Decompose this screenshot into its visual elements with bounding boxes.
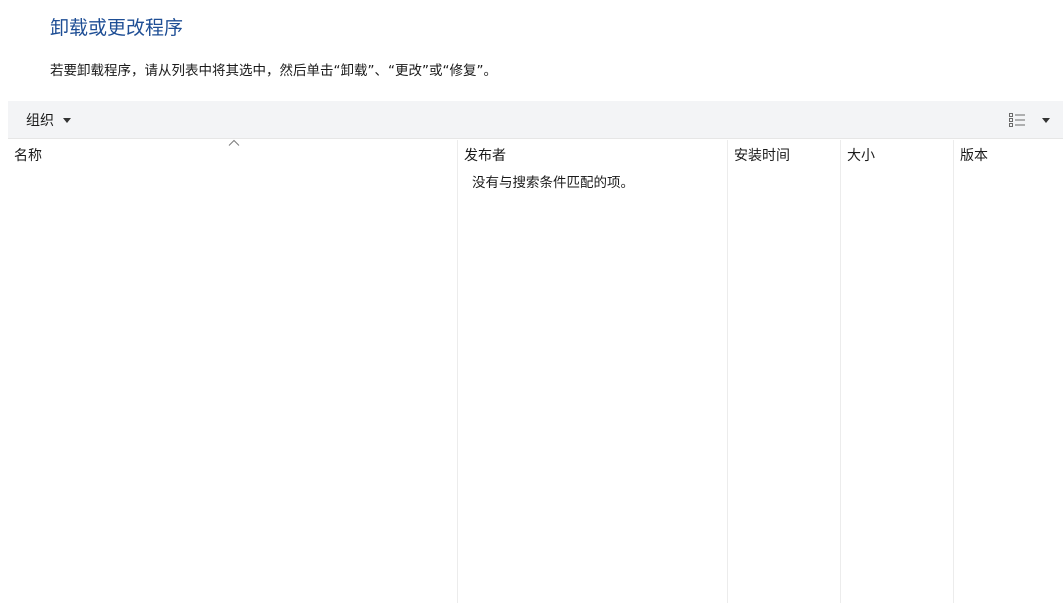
organize-dropdown-icon bbox=[63, 117, 71, 123]
organize-label: 组织 bbox=[26, 113, 54, 129]
column-header-publisher[interactable]: 发布者 bbox=[464, 145, 506, 165]
empty-list-message: 没有与搜索条件匹配的项。 bbox=[472, 175, 634, 191]
column-header-size[interactable]: 大小 bbox=[847, 145, 875, 165]
details-view-icon[interactable] bbox=[1004, 109, 1030, 131]
page-title: 卸载或更改程序 bbox=[50, 17, 184, 39]
uninstall-programs-page: 卸载或更改程序 若要卸载程序，请从列表中将其选中，然后单击“卸载”、“更改”或“… bbox=[0, 0, 1063, 603]
column-divider bbox=[727, 140, 728, 603]
column-header-install-date[interactable]: 安装时间 bbox=[734, 145, 790, 165]
column-divider bbox=[457, 140, 458, 603]
toolbar: 组织 bbox=[8, 101, 1063, 139]
column-header-row: 名称 发布者 安装时间 大小 版本 bbox=[0, 140, 1063, 166]
page-description: 若要卸载程序，请从列表中将其选中，然后单击“卸载”、“更改”或“修复”。 bbox=[50, 63, 497, 79]
view-options-dropdown[interactable] bbox=[1038, 109, 1054, 131]
column-header-name[interactable]: 名称 bbox=[14, 145, 42, 165]
chevron-down-icon bbox=[1042, 117, 1050, 123]
organize-button[interactable]: 组织 bbox=[18, 107, 79, 133]
column-divider bbox=[953, 140, 954, 603]
column-header-version[interactable]: 版本 bbox=[960, 145, 988, 165]
column-divider bbox=[840, 140, 841, 603]
